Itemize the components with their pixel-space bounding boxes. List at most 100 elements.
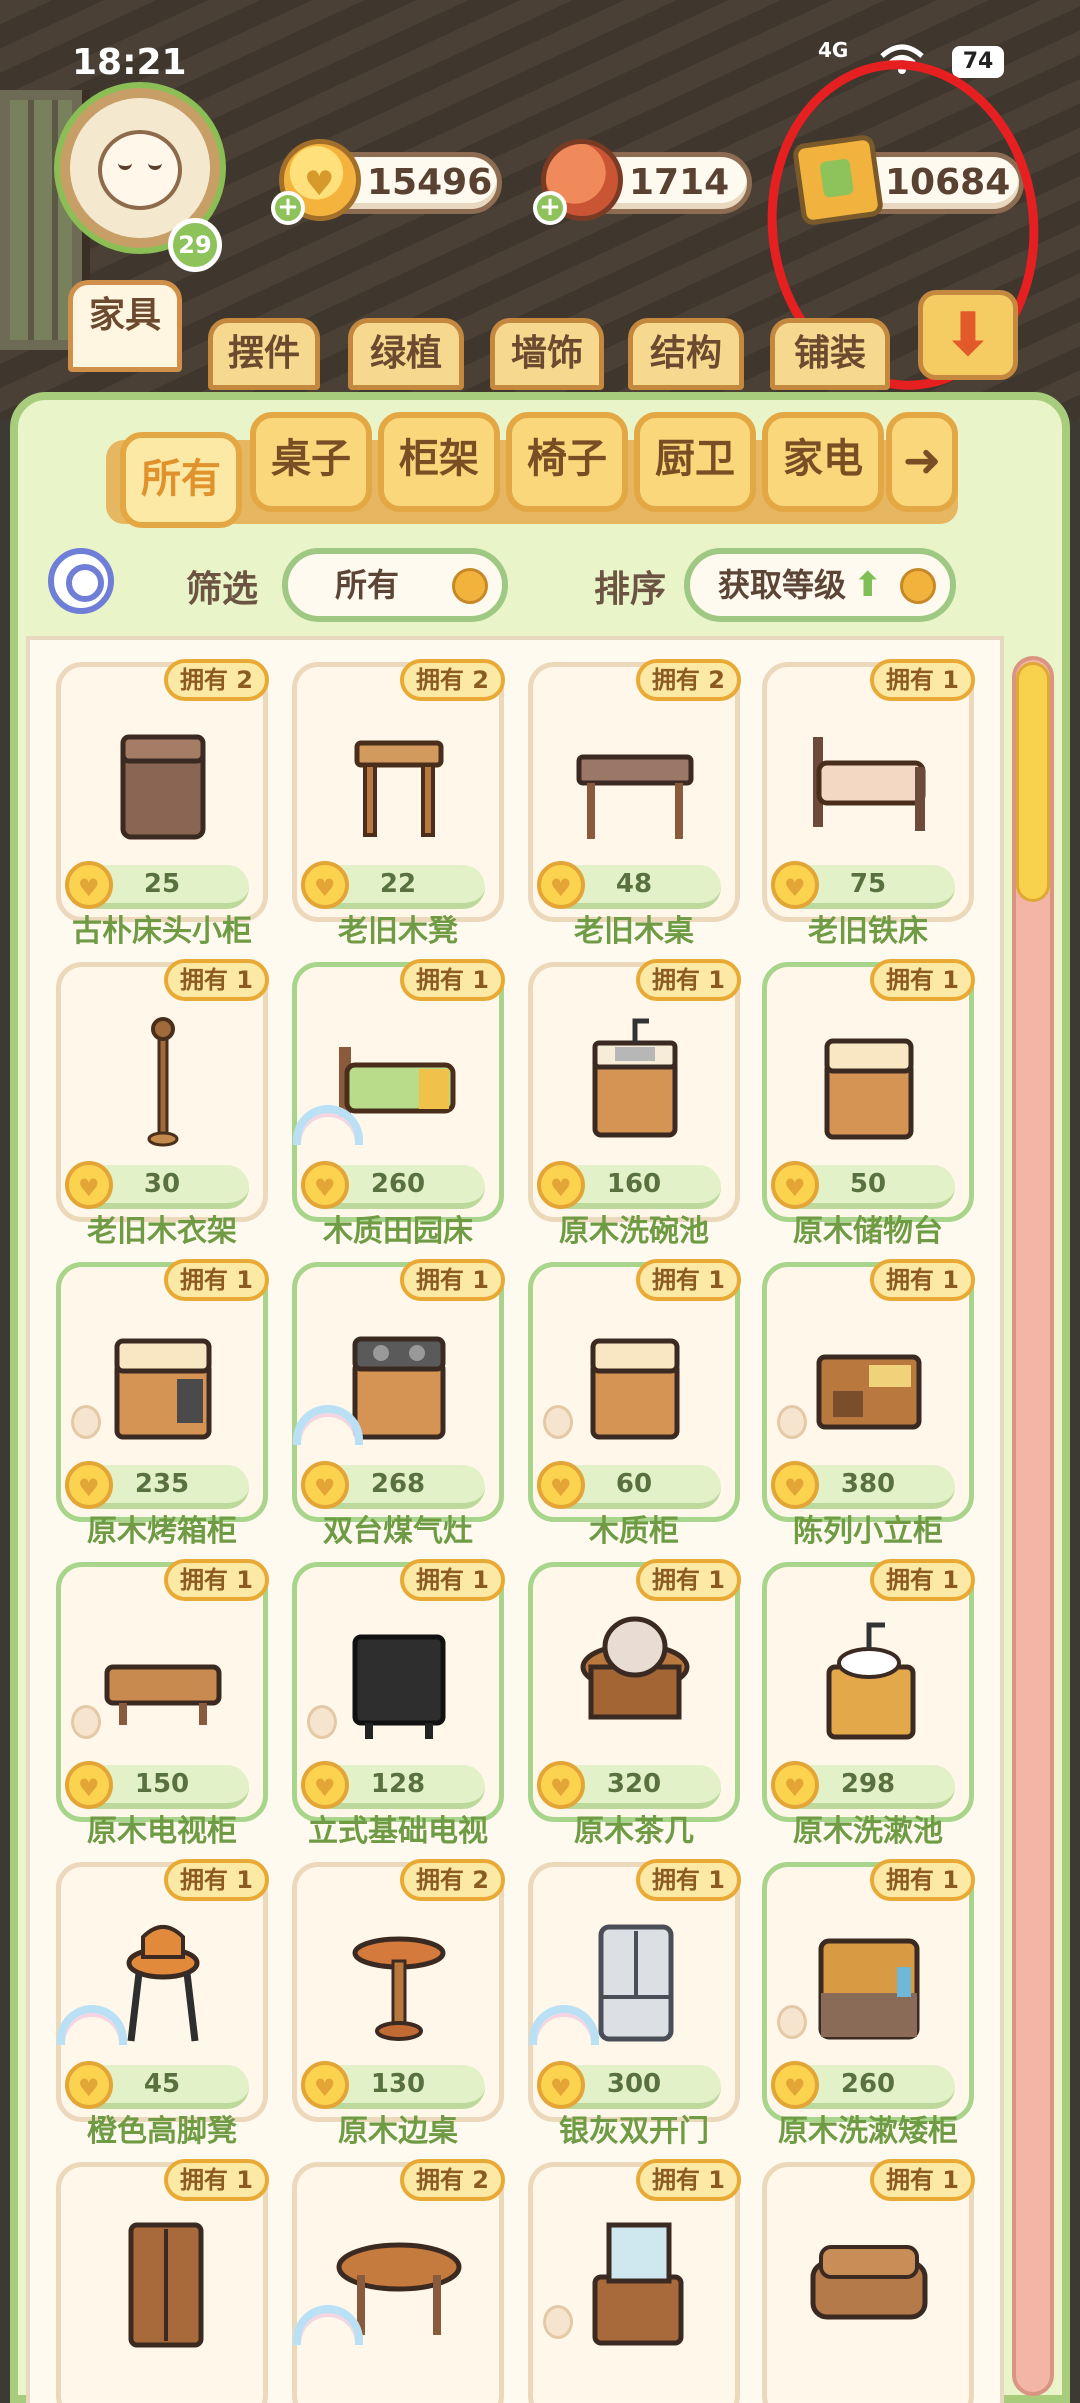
item-price-value: 25 (143, 869, 181, 899)
subtab-tables[interactable]: 桌子 (250, 412, 372, 512)
item-price-value: 268 (370, 1469, 426, 1499)
heart-coin-counter[interactable]: + 15496 (271, 139, 502, 225)
heart-coin-icon (771, 1161, 819, 1209)
filter-value: 所有 (334, 566, 399, 604)
dresser-icon (565, 2207, 705, 2357)
item-card[interactable]: 拥有 1 (528, 2159, 741, 2403)
item-price: 150 (65, 1761, 249, 1809)
item-card[interactable]: 拥有 1 60 (528, 1259, 741, 1522)
item-price-value: 128 (370, 1769, 426, 1799)
expand-tabs-arrow-icon[interactable]: ⬇ (918, 290, 1018, 380)
item-card[interactable]: 拥有 1 260 (762, 1859, 975, 2122)
grid-scrollbar[interactable] (1012, 656, 1054, 2396)
heart-coin-icon (65, 861, 113, 909)
heart-coin-icon (537, 1461, 585, 1509)
heart-coin-icon (65, 1461, 113, 1509)
item-card[interactable]: 拥有 1 380 (762, 1259, 975, 1522)
item-card[interactable]: 拥有 1 160 (528, 959, 741, 1222)
add-coin-icon[interactable]: + (271, 191, 305, 225)
owned-count-badge: 拥有 1 (869, 1859, 975, 1901)
stool-icon (329, 707, 469, 857)
item-card[interactable]: 拥有 1 45 (56, 1859, 269, 2122)
sofa-icon (799, 2207, 939, 2357)
item-price: 50 (771, 1161, 955, 1209)
item-card[interactable]: 拥有 1 150 (56, 1559, 269, 1822)
owned-count-badge: 拥有 1 (163, 1859, 269, 1901)
item-name: 原木茶几 (574, 1814, 694, 1849)
item-card[interactable]: 拥有 1 50 (762, 959, 975, 1222)
item-name: 原木洗碗池 (559, 1214, 709, 1249)
side-table-icon (329, 1907, 469, 2057)
subtab-next-arrow-icon[interactable]: ➜ (886, 412, 958, 512)
item-price: 30 (65, 1161, 249, 1209)
item-price-value: 298 (840, 1769, 896, 1799)
item-name: 木质柜 (589, 1514, 679, 1549)
tab-furniture[interactable]: 家具 (68, 280, 182, 372)
item-price: 25 (65, 861, 249, 909)
fruit-counter[interactable]: + 1714 (533, 139, 752, 225)
sink-icon (565, 1007, 705, 1157)
tab-plants[interactable]: 绿植 (348, 318, 464, 390)
item-price-value: 160 (606, 1169, 662, 1199)
item-name: 古朴床头小柜 (72, 914, 252, 949)
item-card[interactable]: 拥有 1 (762, 2159, 975, 2403)
item-card[interactable]: 拥有 1 75 (762, 659, 975, 922)
owned-count-badge: 拥有 1 (163, 1259, 269, 1301)
item-price: 22 (301, 861, 485, 909)
add-fruit-icon[interactable]: + (533, 191, 567, 225)
counter-icon (565, 1307, 705, 1457)
search-icon[interactable] (48, 548, 114, 614)
heart-coin-icon (301, 1161, 349, 1209)
item-price: 48 (537, 861, 721, 909)
sort-select[interactable]: 获取等级 ⬆ (684, 548, 956, 622)
item-price-value: 75 (849, 869, 887, 899)
interact-hand-icon (777, 2005, 807, 2039)
item-name: 老旧木凳 (338, 914, 458, 949)
owned-count-badge: 拥有 1 (635, 1259, 741, 1301)
item-card[interactable]: 拥有 1 (56, 2159, 269, 2403)
item-card[interactable]: 拥有 1 300 (528, 1859, 741, 2122)
interact-hand-icon (543, 1405, 573, 1439)
item-name: 原木电视柜 (87, 1814, 237, 1849)
item-card[interactable]: 拥有 1 235 (56, 1259, 269, 1522)
tab-structure[interactable]: 结构 (628, 318, 744, 390)
tab-wall-decor[interactable]: 墙饰 (490, 318, 604, 390)
owned-count-badge: 拥有 2 (399, 659, 505, 701)
item-card[interactable]: 拥有 1 260 (292, 959, 505, 1222)
subtab-kitchen-bath[interactable]: 厨卫 (634, 412, 756, 512)
wash-cabinet-icon (799, 1907, 939, 2057)
status-bar: 18:21 4G 74 (0, 0, 1080, 83)
item-price: 45 (65, 2061, 249, 2109)
owned-count-badge: 拥有 2 (635, 659, 741, 701)
tab-ornaments[interactable]: 摆件 (208, 318, 320, 390)
item-name: 老旧木衣架 (87, 1214, 237, 1249)
tab-paving[interactable]: 铺装 (770, 318, 890, 390)
subtab-chairs[interactable]: 椅子 (506, 412, 628, 512)
item-card[interactable]: 拥有 2 25 (56, 659, 269, 922)
item-name: 木质田园床 (323, 1214, 473, 1249)
oven-icon (93, 1307, 233, 1457)
item-card[interactable]: 拥有 1 30 (56, 959, 269, 1222)
item-card[interactable]: 拥有 2 130 (292, 1859, 505, 2122)
coat-rack-icon (93, 1007, 233, 1157)
owned-count-badge: 拥有 1 (399, 1559, 505, 1601)
subtab-all[interactable]: 所有 (120, 432, 242, 528)
item-card[interactable]: 拥有 1 320 (528, 1559, 741, 1822)
scrollbar-thumb[interactable] (1016, 662, 1050, 902)
item-name: 原木洗漱池 (793, 1814, 943, 1849)
item-card[interactable]: 拥有 2 (292, 2159, 505, 2403)
heart-coin-icon (537, 861, 585, 909)
heart-coin-icon (65, 1761, 113, 1809)
network-label: 4G (818, 38, 849, 62)
subtab-shelves[interactable]: 柜架 (378, 412, 500, 512)
item-card[interactable]: 拥有 1 268 (292, 1259, 505, 1522)
item-price: 260 (301, 1161, 485, 1209)
item-card[interactable]: 拥有 2 48 (528, 659, 741, 922)
filter-select[interactable]: 所有 (282, 548, 508, 622)
owned-count-badge: 拥有 2 (163, 659, 269, 701)
item-card[interactable]: 拥有 1 298 (762, 1559, 975, 1822)
item-card[interactable]: 拥有 2 22 (292, 659, 505, 922)
item-price-value: 320 (606, 1769, 662, 1799)
subtab-appliances[interactable]: 家电 (762, 412, 884, 512)
item-card[interactable]: 拥有 1 128 (292, 1559, 505, 1822)
